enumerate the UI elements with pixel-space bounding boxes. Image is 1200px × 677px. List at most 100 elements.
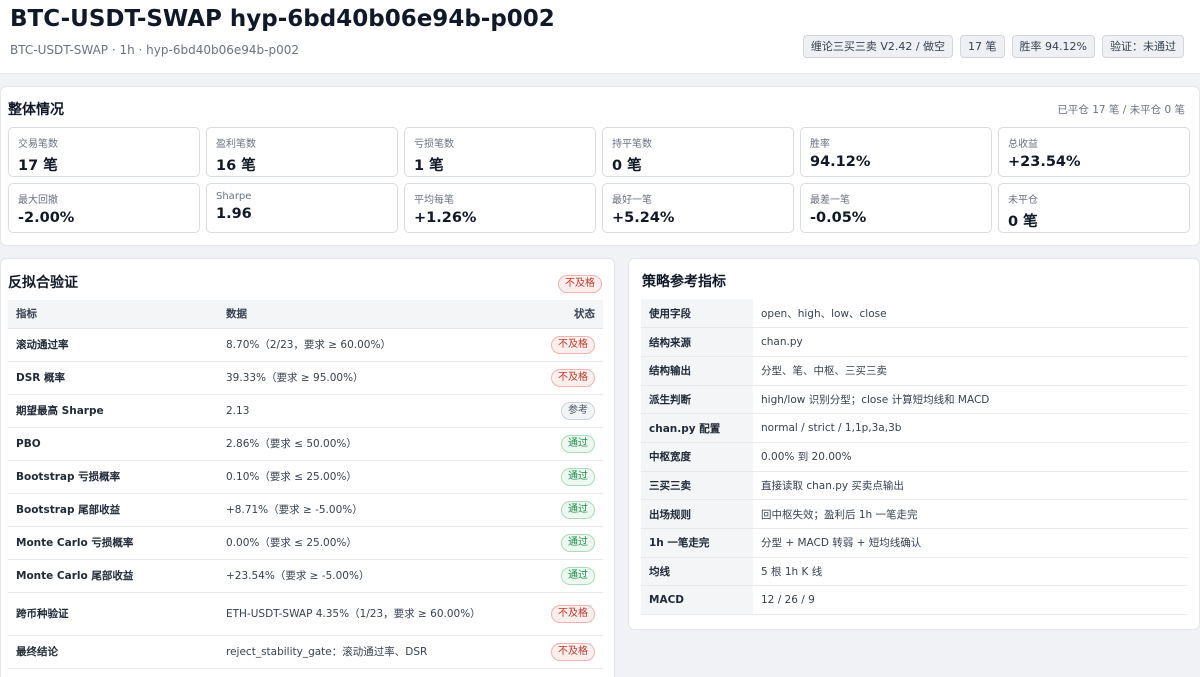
value-cell: 12 / 26 / 9 xyxy=(753,585,1188,616)
overview-meta: 已平仓 17 笔 / 未平仓 0 笔 xyxy=(1057,104,1185,116)
status-cell: 不及格 xyxy=(518,635,603,669)
pass-tag: 通过 xyxy=(561,500,595,519)
key-cell: 使用字段 xyxy=(641,299,753,329)
stat-value: +5.24% xyxy=(612,210,675,226)
stat-label: 交易笔数 xyxy=(18,139,58,150)
stat-card-sharpe: Sharpe 1.96 xyxy=(206,183,398,233)
strategy-table: 使用字段 open、high、low、close 结构来源 chan.py 结构… xyxy=(641,299,1188,616)
strategy-title: 策略参考指标 xyxy=(642,274,726,290)
pass-tag: 通过 xyxy=(561,533,595,552)
stat-card-win-rate: 胜率 94.12% xyxy=(800,127,992,177)
validation-table: 指标 数据 状态 滚动通过率 8.70%（2/23，要求 ≥ 60.00%） 不… xyxy=(8,300,603,669)
data-cell: reject_stability_gate：滚动通过率、DSR xyxy=(218,635,518,669)
stat-card-open: 未平仓 0 笔 xyxy=(998,183,1190,233)
stat-label: 最差一笔 xyxy=(810,195,850,206)
stat-label: Sharpe xyxy=(216,191,252,202)
pass-tag: 通过 xyxy=(561,566,595,585)
status-cell: 不及格 xyxy=(518,592,603,636)
status-cell: 通过 xyxy=(518,559,603,593)
stat-value: 1 笔 xyxy=(414,158,444,174)
column-header-data: 数据 xyxy=(218,300,518,329)
key-cell: 结构输出 xyxy=(641,356,753,386)
table-row: 派生判断 high/low 识别分型；close 计算短均线和 MACD xyxy=(641,385,1188,415)
data-cell: +8.71%（要求 ≥ -5.00%） xyxy=(218,493,518,527)
value-cell: chan.py xyxy=(753,327,1188,357)
stat-value: -0.05% xyxy=(810,210,867,226)
table-row: 结构输出 分型、笔、中枢、三买三卖 xyxy=(641,356,1188,386)
data-cell: ETH-USDT-SWAP 4.35%（1/23，要求 ≥ 60.00%） xyxy=(218,592,518,636)
data-cell: +23.54%（要求 ≥ -5.00%） xyxy=(218,559,518,593)
stat-value: +1.26% xyxy=(414,210,477,226)
stat-card-total-return: 总收益 +23.54% xyxy=(998,127,1190,177)
stat-card-trades: 交易笔数 17 笔 xyxy=(8,127,200,177)
status-cell: 通过 xyxy=(518,460,603,494)
metric-cell: PBO xyxy=(8,427,218,461)
stat-card-avg-trade: 平均每笔 +1.26% xyxy=(404,183,596,233)
value-cell: 直接读取 chan.py 买卖点输出 xyxy=(753,471,1188,501)
stat-card-losses: 亏损笔数 1 笔 xyxy=(404,127,596,177)
trade-count-badge: 17 笔 xyxy=(960,35,1005,58)
status-cell: 通过 xyxy=(518,427,603,461)
status-cell: 不及格 xyxy=(518,361,603,395)
key-cell: 中枢宽度 xyxy=(641,442,753,472)
table-row: 滚动通过率 8.70%（2/23，要求 ≥ 60.00%） 不及格 xyxy=(8,328,603,362)
table-row: MACD 12 / 26 / 9 xyxy=(641,585,1188,616)
table-row: Bootstrap 尾部收益 +8.71%（要求 ≥ -5.00%） 通过 xyxy=(8,493,603,527)
win-rate-badge: 胜率 94.12% xyxy=(1011,35,1095,58)
stat-label: 最大回撤 xyxy=(18,195,58,206)
table-row: 使用字段 open、high、low、close xyxy=(641,299,1188,329)
stat-card-wins: 盈利笔数 16 笔 xyxy=(206,127,398,177)
table-row: 跨币种验证 ETH-USDT-SWAP 4.35%（1/23，要求 ≥ 60.0… xyxy=(8,592,603,636)
table-row: chan.py 配置 normal / strict / 1,1p,3a,3b xyxy=(641,413,1188,443)
table-row: Bootstrap 亏损概率 0.10%（要求 ≤ 25.00%） 通过 xyxy=(8,460,603,494)
table-row: 期望最高 Sharpe 2.13 参考 xyxy=(8,394,603,428)
table-row: 三买三卖 直接读取 chan.py 买卖点输出 xyxy=(641,471,1188,501)
stat-value: 17 笔 xyxy=(18,158,58,174)
table-row: PBO 2.86%（要求 ≤ 50.00%） 通过 xyxy=(8,427,603,461)
stat-value: +23.54% xyxy=(1008,154,1081,170)
strategy-badge: 缠论三买三卖 V2.42 / 做空 xyxy=(802,35,954,58)
overview-title: 整体情况 xyxy=(8,102,64,118)
data-cell: 0.10%（要求 ≤ 25.00%） xyxy=(218,460,518,494)
reference-tag: 参考 xyxy=(561,401,595,420)
value-cell: open、high、low、close xyxy=(753,299,1188,329)
key-cell: MACD xyxy=(641,585,753,616)
pass-tag: 通过 xyxy=(561,434,595,453)
validation-panel: 反拟合验证 不及格 指标 数据 状态 滚动通过率 8.70%（2/23，要求 ≥… xyxy=(0,258,615,677)
table-row: DSR 概率 39.33%（要求 ≥ 95.00%） 不及格 xyxy=(8,361,603,395)
stat-value: 0 笔 xyxy=(612,158,642,174)
data-cell: 2.86%（要求 ≤ 50.00%） xyxy=(218,427,518,461)
stat-card-flat: 持平笔数 0 笔 xyxy=(602,127,794,177)
stat-card-max-drawdown: 最大回撤 -2.00% xyxy=(8,183,200,233)
value-cell: high/low 识别分型；close 计算短均线和 MACD xyxy=(753,385,1188,415)
column-header-status: 状态 xyxy=(518,300,603,329)
value-cell: 5 根 1h K 线 xyxy=(753,557,1188,587)
metric-cell: 滚动通过率 xyxy=(8,328,218,362)
strategy-panel: 策略参考指标 使用字段 open、high、low、close 结构来源 cha… xyxy=(628,258,1200,630)
value-cell: 分型 + MACD 转弱 + 短均线确认 xyxy=(753,528,1188,558)
fail-tag: 不及格 xyxy=(551,335,595,354)
stat-label: 持平笔数 xyxy=(612,139,652,150)
page-subtitle: BTC-USDT-SWAP · 1h · hyp-6bd40b06e94b-p0… xyxy=(10,43,299,57)
key-cell: 均线 xyxy=(641,557,753,587)
stat-value: 1.96 xyxy=(216,206,252,222)
page-title: BTC-USDT-SWAP hyp-6bd40b06e94b-p002 xyxy=(10,6,555,32)
page-header: BTC-USDT-SWAP hyp-6bd40b06e94b-p002 BTC-… xyxy=(0,0,1200,74)
fail-tag: 不及格 xyxy=(551,368,595,387)
status-cell: 参考 xyxy=(518,394,603,428)
table-row: 出场规则 回中枢失效；盈利后 1h 一笔走完 xyxy=(641,499,1188,529)
validation-title: 反拟合验证 xyxy=(8,275,78,291)
metric-cell: 期望最高 Sharpe xyxy=(8,394,218,428)
key-cell: 1h 一笔走完 xyxy=(641,528,753,558)
stat-label: 平均每笔 xyxy=(414,195,454,206)
metric-cell: DSR 概率 xyxy=(8,361,218,395)
metric-cell: 跨币种验证 xyxy=(8,592,218,636)
status-cell: 通过 xyxy=(518,493,603,527)
stat-card-best-trade: 最好一笔 +5.24% xyxy=(602,183,794,233)
table-row: 中枢宽度 0.00% 到 20.00% xyxy=(641,442,1188,472)
value-cell: 0.00% 到 20.00% xyxy=(753,442,1188,472)
stat-card-worst-trade: 最差一笔 -0.05% xyxy=(800,183,992,233)
table-row: Monte Carlo 亏损概率 0.00%（要求 ≤ 25.00%） 通过 xyxy=(8,526,603,560)
value-cell: 回中枢失效；盈利后 1h 一笔走完 xyxy=(753,499,1188,529)
stat-value: 94.12% xyxy=(810,154,871,170)
